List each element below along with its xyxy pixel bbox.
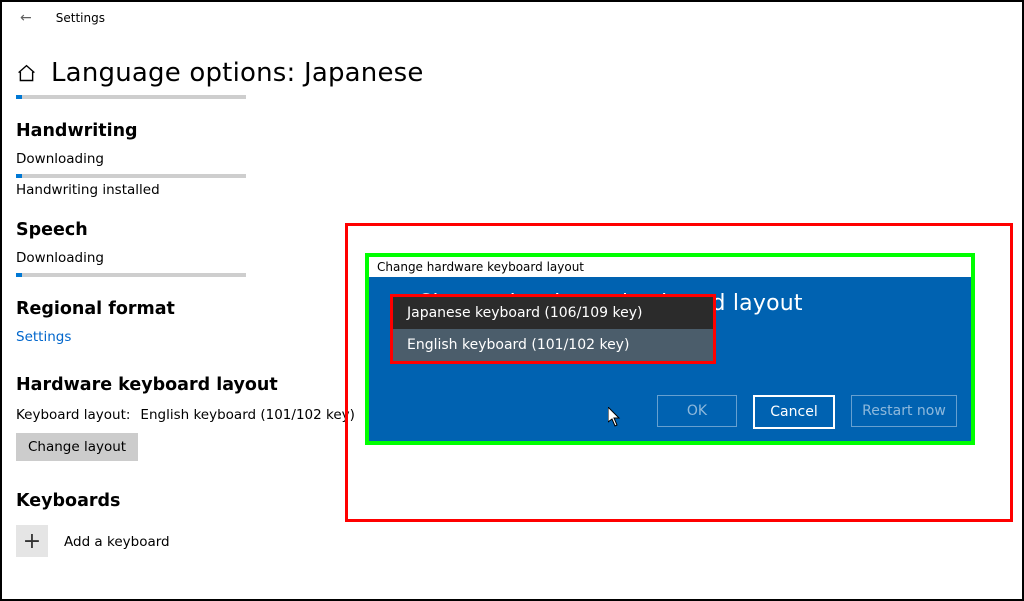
handwriting-installed: Handwriting installed: [16, 182, 1008, 198]
dialog-restart-button[interactable]: Restart now: [851, 395, 957, 427]
cursor-icon: [608, 407, 622, 427]
dialog-cancel-button[interactable]: Cancel: [753, 395, 835, 429]
dropdown-item-english[interactable]: English keyboard (101/102 key): [393, 329, 713, 361]
keyboard-layout-label: Keyboard layout:: [16, 407, 130, 423]
handwriting-heading: Handwriting: [16, 121, 1008, 141]
handwriting-status: Downloading: [16, 151, 1008, 167]
progress-bar: [16, 95, 246, 99]
keyboard-layout-dropdown[interactable]: Japanese keyboard (106/109 key) English …: [393, 297, 713, 361]
speech-heading: Speech: [16, 220, 1008, 240]
keyboards-heading: Keyboards: [16, 491, 1008, 511]
handwriting-progress: [16, 174, 246, 178]
dropdown-item-japanese[interactable]: Japanese keyboard (106/109 key): [393, 297, 713, 329]
keyboard-layout-value: English keyboard (101/102 key): [140, 407, 354, 423]
annotation-box-dropdown: Japanese keyboard (106/109 key) English …: [390, 294, 716, 364]
dialog-frame-title: Change hardware keyboard layout: [369, 257, 971, 277]
plus-icon: +: [23, 529, 41, 554]
dialog-ok-button[interactable]: OK: [657, 395, 737, 427]
page-title: Language options: Japanese: [51, 58, 424, 88]
add-keyboard-tile[interactable]: +: [16, 525, 48, 557]
window-title: Settings: [56, 11, 105, 25]
change-layout-button[interactable]: Change layout: [16, 433, 138, 461]
add-keyboard-label[interactable]: Add a keyboard: [64, 534, 170, 550]
speech-progress: [16, 273, 246, 277]
home-icon[interactable]: [16, 63, 37, 84]
back-button[interactable]: ←: [12, 8, 40, 28]
